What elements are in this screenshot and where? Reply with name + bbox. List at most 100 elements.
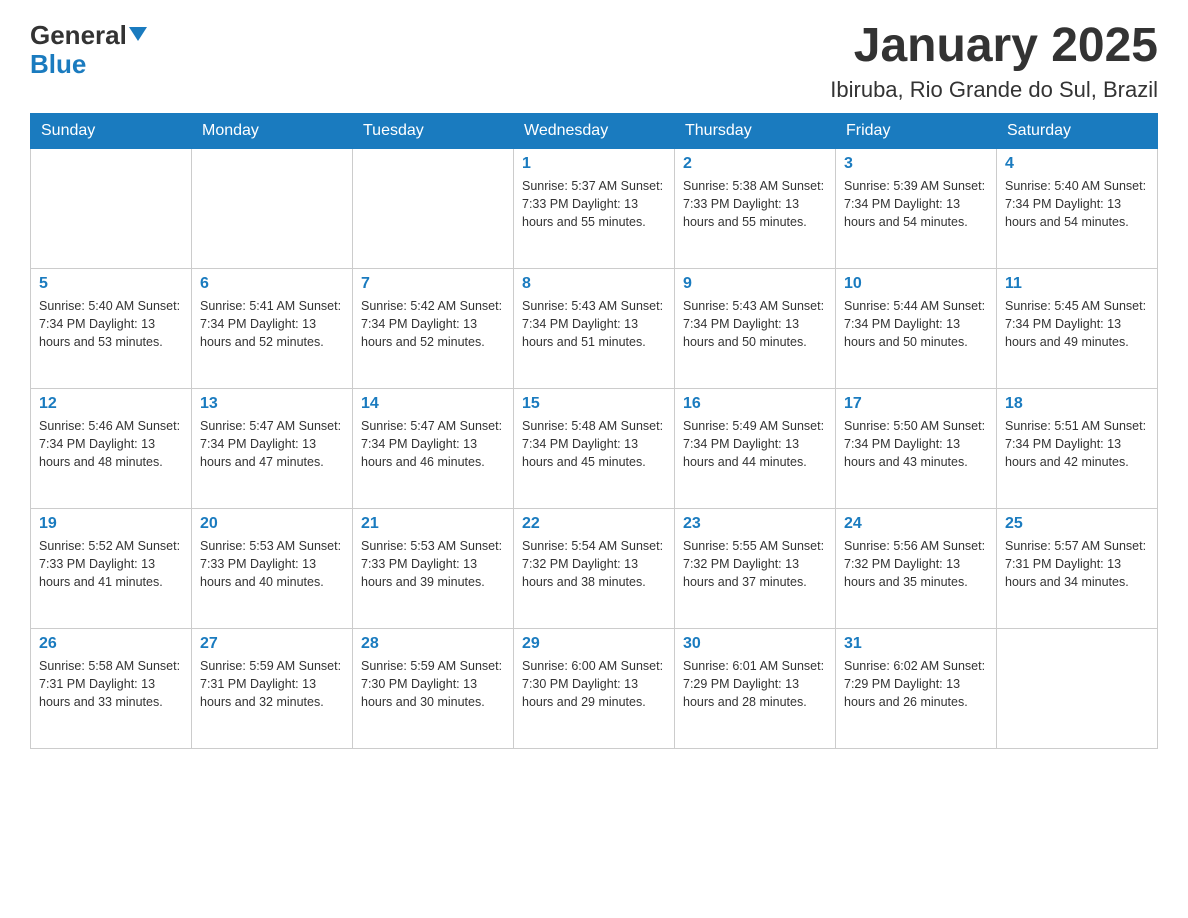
day-info: Sunrise: 5:37 AM Sunset: 7:33 PM Dayligh…	[522, 177, 666, 231]
calendar-cell: 23 Sunrise: 5:55 AM Sunset: 7:32 PM Dayli…	[675, 508, 836, 628]
day-number: 11	[1005, 275, 1149, 293]
calendar-cell: 20 Sunrise: 5:53 AM Sunset: 7:33 PM Dayli…	[192, 508, 353, 628]
day-info: Sunrise: 5:39 AM Sunset: 7:34 PM Dayligh…	[844, 177, 988, 231]
day-number: 20	[200, 515, 344, 533]
day-number: 4	[1005, 155, 1149, 173]
calendar-header-row: SundayMondayTuesdayWednesdayThursdayFrid…	[31, 113, 1158, 148]
calendar-header-friday: Friday	[836, 113, 997, 148]
page-header: General Blue January 2025 Ibiruba, Rio G…	[30, 20, 1158, 103]
calendar-cell: 15 Sunrise: 5:48 AM Sunset: 7:34 PM Dayli…	[514, 388, 675, 508]
day-number: 15	[522, 395, 666, 413]
calendar-header-monday: Monday	[192, 113, 353, 148]
calendar-cell	[997, 628, 1158, 748]
calendar-header-saturday: Saturday	[997, 113, 1158, 148]
logo: General Blue	[30, 20, 147, 77]
calendar-week-row: 19 Sunrise: 5:52 AM Sunset: 7:33 PM Dayli…	[31, 508, 1158, 628]
month-title: January 2025	[830, 20, 1158, 73]
calendar-cell: 28 Sunrise: 5:59 AM Sunset: 7:30 PM Dayli…	[353, 628, 514, 748]
day-info: Sunrise: 5:48 AM Sunset: 7:34 PM Dayligh…	[522, 417, 666, 471]
day-info: Sunrise: 5:53 AM Sunset: 7:33 PM Dayligh…	[361, 537, 505, 591]
day-number: 5	[39, 275, 183, 293]
logo-general: General	[30, 20, 147, 51]
calendar-cell: 19 Sunrise: 5:52 AM Sunset: 7:33 PM Dayli…	[31, 508, 192, 628]
day-number: 23	[683, 515, 827, 533]
location-title: Ibiruba, Rio Grande do Sul, Brazil	[830, 77, 1158, 103]
day-number: 3	[844, 155, 988, 173]
day-number: 13	[200, 395, 344, 413]
day-number: 2	[683, 155, 827, 173]
day-number: 16	[683, 395, 827, 413]
day-info: Sunrise: 5:52 AM Sunset: 7:33 PM Dayligh…	[39, 537, 183, 591]
calendar-week-row: 26Sunrise: 5:58 AM Sunset: 7:31 PM Dayli…	[31, 628, 1158, 748]
calendar-header-tuesday: Tuesday	[353, 113, 514, 148]
day-info: Sunrise: 5:47 AM Sunset: 7:34 PM Dayligh…	[200, 417, 344, 471]
calendar-cell: 29Sunrise: 6:00 AM Sunset: 7:30 PM Dayli…	[514, 628, 675, 748]
calendar-cell: 8Sunrise: 5:43 AM Sunset: 7:34 PM Daylig…	[514, 268, 675, 388]
day-number: 25	[1005, 515, 1149, 533]
day-info: Sunrise: 6:02 AM Sunset: 7:29 PM Dayligh…	[844, 657, 988, 711]
day-info: Sunrise: 5:49 AM Sunset: 7:34 PM Dayligh…	[683, 417, 827, 471]
day-number: 18	[1005, 395, 1149, 413]
calendar-cell: 2Sunrise: 5:38 AM Sunset: 7:33 PM Daylig…	[675, 148, 836, 268]
day-number: 21	[361, 515, 505, 533]
day-info: Sunrise: 5:56 AM Sunset: 7:32 PM Dayligh…	[844, 537, 988, 591]
day-info: Sunrise: 6:00 AM Sunset: 7:30 PM Dayligh…	[522, 657, 666, 711]
day-info: Sunrise: 5:50 AM Sunset: 7:34 PM Dayligh…	[844, 417, 988, 471]
calendar-cell: 7 Sunrise: 5:42 AM Sunset: 7:34 PM Daylig…	[353, 268, 514, 388]
calendar-week-row: 1 Sunrise: 5:37 AM Sunset: 7:33 PM Daylig…	[31, 148, 1158, 268]
day-info: Sunrise: 5:54 AM Sunset: 7:32 PM Dayligh…	[522, 537, 666, 591]
calendar-cell: 10 Sunrise: 5:44 AM Sunset: 7:34 PM Dayli…	[836, 268, 997, 388]
calendar-table: SundayMondayTuesdayWednesdayThursdayFrid…	[30, 113, 1158, 749]
calendar-cell: 24Sunrise: 5:56 AM Sunset: 7:32 PM Dayli…	[836, 508, 997, 628]
day-number: 10	[844, 275, 988, 293]
day-info: Sunrise: 5:41 AM Sunset: 7:34 PM Dayligh…	[200, 297, 344, 351]
day-number: 8	[522, 275, 666, 293]
day-info: Sunrise: 5:59 AM Sunset: 7:30 PM Dayligh…	[361, 657, 505, 711]
day-number: 31	[844, 635, 988, 653]
day-number: 26	[39, 635, 183, 653]
day-number: 17	[844, 395, 988, 413]
day-info: Sunrise: 5:55 AM Sunset: 7:32 PM Dayligh…	[683, 537, 827, 591]
calendar-cell: 27Sunrise: 5:59 AM Sunset: 7:31 PM Dayli…	[192, 628, 353, 748]
day-info: Sunrise: 5:42 AM Sunset: 7:34 PM Dayligh…	[361, 297, 505, 351]
title-area: January 2025 Ibiruba, Rio Grande do Sul,…	[830, 20, 1158, 103]
calendar-cell: 26Sunrise: 5:58 AM Sunset: 7:31 PM Dayli…	[31, 628, 192, 748]
day-number: 30	[683, 635, 827, 653]
day-info: Sunrise: 5:40 AM Sunset: 7:34 PM Dayligh…	[1005, 177, 1149, 231]
calendar-cell: 14 Sunrise: 5:47 AM Sunset: 7:34 PM Dayli…	[353, 388, 514, 508]
calendar-cell: 21 Sunrise: 5:53 AM Sunset: 7:33 PM Dayli…	[353, 508, 514, 628]
logo-general-text: General	[30, 20, 127, 51]
day-number: 19	[39, 515, 183, 533]
day-info: Sunrise: 5:46 AM Sunset: 7:34 PM Dayligh…	[39, 417, 183, 471]
calendar-header-wednesday: Wednesday	[514, 113, 675, 148]
calendar-cell: 16 Sunrise: 5:49 AM Sunset: 7:34 PM Dayli…	[675, 388, 836, 508]
logo-blue: Blue	[30, 51, 147, 77]
day-number: 9	[683, 275, 827, 293]
calendar-cell: 25 Sunrise: 5:57 AM Sunset: 7:31 PM Dayli…	[997, 508, 1158, 628]
calendar-cell	[31, 148, 192, 268]
calendar-header-thursday: Thursday	[675, 113, 836, 148]
day-info: Sunrise: 5:53 AM Sunset: 7:33 PM Dayligh…	[200, 537, 344, 591]
day-info: Sunrise: 5:47 AM Sunset: 7:34 PM Dayligh…	[361, 417, 505, 471]
day-info: Sunrise: 6:01 AM Sunset: 7:29 PM Dayligh…	[683, 657, 827, 711]
day-info: Sunrise: 5:43 AM Sunset: 7:34 PM Dayligh…	[683, 297, 827, 351]
calendar-cell: 11Sunrise: 5:45 AM Sunset: 7:34 PM Dayli…	[997, 268, 1158, 388]
calendar-cell	[353, 148, 514, 268]
day-info: Sunrise: 5:57 AM Sunset: 7:31 PM Dayligh…	[1005, 537, 1149, 591]
calendar-cell: 9 Sunrise: 5:43 AM Sunset: 7:34 PM Daylig…	[675, 268, 836, 388]
calendar-cell	[192, 148, 353, 268]
day-info: Sunrise: 5:40 AM Sunset: 7:34 PM Dayligh…	[39, 297, 183, 351]
day-number: 7	[361, 275, 505, 293]
calendar-week-row: 12 Sunrise: 5:46 AM Sunset: 7:34 PM Dayli…	[31, 388, 1158, 508]
calendar-cell: 31 Sunrise: 6:02 AM Sunset: 7:29 PM Dayli…	[836, 628, 997, 748]
calendar-cell: 12 Sunrise: 5:46 AM Sunset: 7:34 PM Dayli…	[31, 388, 192, 508]
day-info: Sunrise: 5:44 AM Sunset: 7:34 PM Dayligh…	[844, 297, 988, 351]
day-number: 1	[522, 155, 666, 173]
day-number: 12	[39, 395, 183, 413]
day-number: 14	[361, 395, 505, 413]
calendar-cell: 18Sunrise: 5:51 AM Sunset: 7:34 PM Dayli…	[997, 388, 1158, 508]
calendar-cell: 13 Sunrise: 5:47 AM Sunset: 7:34 PM Dayli…	[192, 388, 353, 508]
calendar-header-sunday: Sunday	[31, 113, 192, 148]
day-number: 28	[361, 635, 505, 653]
calendar-cell: 30 Sunrise: 6:01 AM Sunset: 7:29 PM Dayli…	[675, 628, 836, 748]
